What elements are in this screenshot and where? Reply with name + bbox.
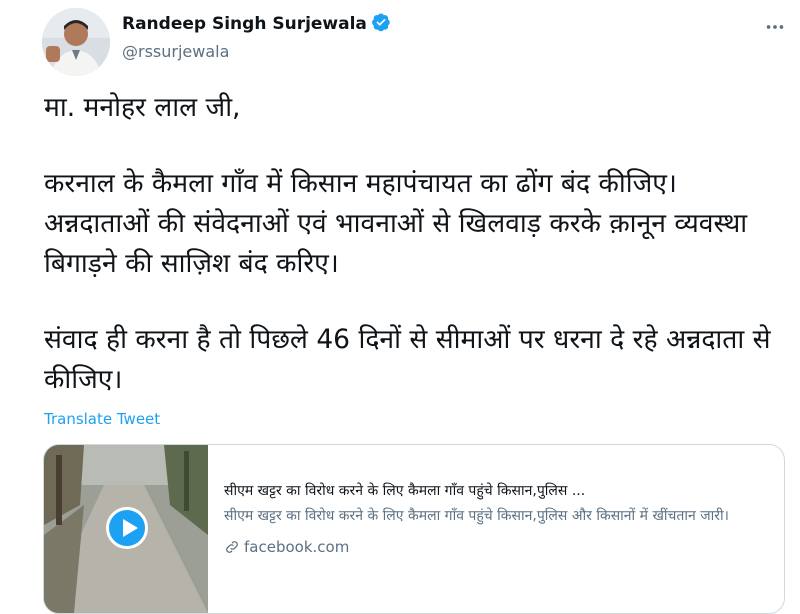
avatar[interactable]: [42, 8, 110, 76]
link-card[interactable]: सीएम खट्टर का विरोध करने के लिए कैमला गा…: [43, 444, 785, 614]
verified-badge-icon: [371, 13, 390, 32]
tweet-text: मा. मनोहर लाल जी, करनाल के कैमला गाँव मे…: [44, 88, 774, 400]
play-icon[interactable]: [106, 507, 148, 549]
card-thumbnail[interactable]: [44, 445, 208, 613]
more-icon-glyph: [766, 25, 784, 29]
author-handle[interactable]: @rssurjewala: [122, 42, 229, 61]
author-name-text: Randeep Singh Surjewala: [122, 14, 367, 34]
card-title: सीएम खट्टर का विरोध करने के लिए कैमला गा…: [224, 483, 586, 499]
tweet-line: संवाद ही करना है तो पिछले 46 दिनों से सी…: [44, 324, 771, 395]
translate-tweet-link[interactable]: Translate Tweet: [44, 410, 160, 428]
card-domain: facebook.com: [224, 538, 769, 556]
avatar-photo: [42, 8, 110, 76]
card-description: सीएम खट्टर का विरोध करने के लिए कैमला गा…: [224, 508, 729, 524]
card-domain-text: facebook.com: [244, 538, 350, 556]
author-name[interactable]: Randeep Singh Surjewala: [122, 12, 391, 34]
tweet-line: करनाल के कैमला गाँव में किसान महापंचायत …: [44, 168, 748, 279]
tweet-line: मा. मनोहर लाल जी,: [44, 92, 241, 123]
more-icon[interactable]: [764, 16, 786, 44]
link-icon: [226, 541, 238, 553]
card-body: सीएम खट्टर का विरोध करने के लिए कैमला गा…: [224, 481, 769, 556]
